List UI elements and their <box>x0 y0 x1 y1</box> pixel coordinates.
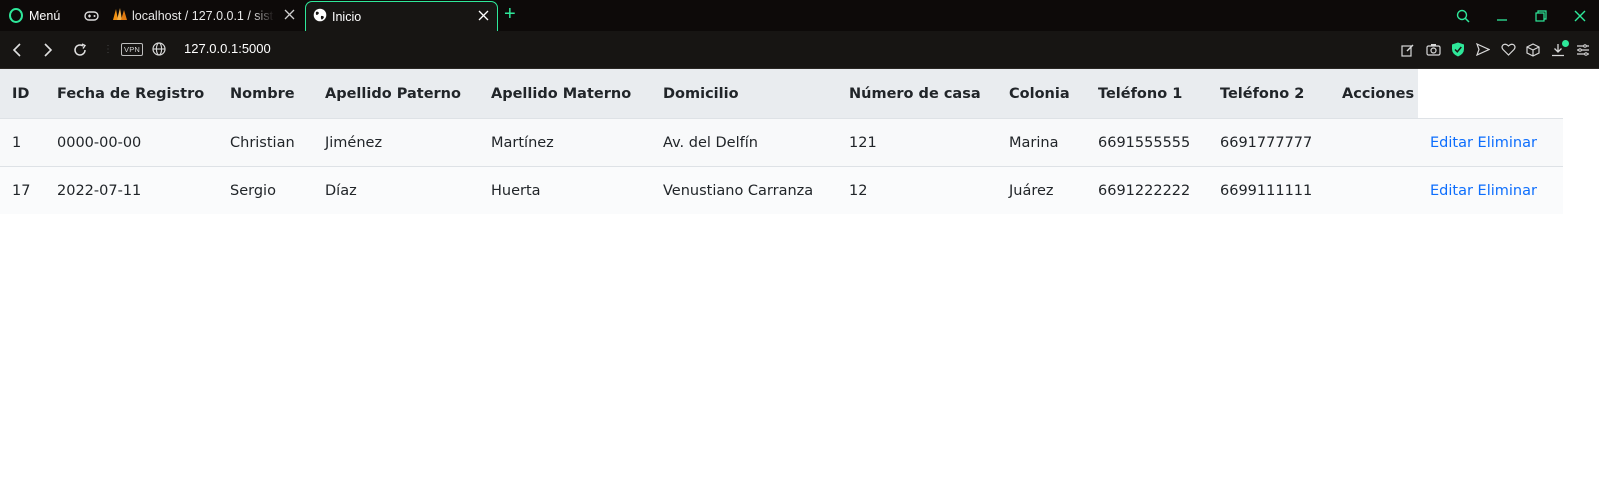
vpn-badge[interactable]: VPN <box>121 43 144 56</box>
cell-apellido-paterno: Díaz <box>313 166 479 214</box>
cell-telefono-2: 6699111111 <box>1208 166 1330 214</box>
search-tabs-icon[interactable] <box>1443 9 1482 23</box>
phpmyadmin-icon <box>112 7 128 24</box>
table-row: 17 2022-07-11 Sergio Díaz Huerta Venusti… <box>0 166 1563 214</box>
column-header-telefono-1: Teléfono 1 <box>1086 69 1208 119</box>
registros-table: ID Fecha de Registro Nombre Apellido Pat… <box>0 69 1563 214</box>
cell-telefono-1: 6691222222 <box>1086 166 1208 214</box>
heart-icon[interactable] <box>1498 40 1518 60</box>
download-icon[interactable] <box>1548 39 1569 60</box>
close-tab-icon[interactable] <box>284 9 295 23</box>
back-icon[interactable] <box>11 31 23 68</box>
cell-domicilio: Venustiano Carranza <box>651 166 837 214</box>
opera-menu-button[interactable]: Menú <box>9 0 60 31</box>
opera-logo-icon <box>9 8 23 23</box>
cell-fecha: 0000-00-00 <box>45 118 218 167</box>
menu-label: Menú <box>29 8 61 23</box>
column-header-acciones: Acciones <box>1330 69 1418 119</box>
column-header-domicilio: Domicilio <box>651 69 837 119</box>
cell-nombre: Christian <box>218 118 313 167</box>
address-bar: ⋮ VPN 127.0.0.1:5000 <box>0 31 1599 69</box>
cell-nombre: Sergio <box>218 166 313 214</box>
separator-icon: ⋮ <box>103 44 113 55</box>
cell-domicilio: Av. del Delfín <box>651 118 837 167</box>
table-row: 1 0000-00-00 Christian Jiménez Martínez … <box>0 118 1563 167</box>
column-header-numero-casa: Número de casa <box>837 69 997 119</box>
close-window-icon[interactable] <box>1560 10 1599 22</box>
tab-phpmyadmin[interactable]: localhost / 127.0.0.1 / sistema <box>112 0 303 31</box>
column-header-nombre: Nombre <box>218 69 313 119</box>
cell-actions: Editar Eliminar <box>1418 166 1563 214</box>
window-controls <box>1443 0 1599 31</box>
adblock-shield-icon[interactable] <box>1448 40 1468 60</box>
table-header-row: ID Fecha de Registro Nombre Apellido Pat… <box>0 69 1563 119</box>
delete-link[interactable]: Eliminar <box>1478 135 1537 151</box>
cell-colonia: Marina <box>997 118 1086 167</box>
cell-telefono-2: 6691777777 <box>1208 118 1330 167</box>
column-header-telefono-2: Teléfono 2 <box>1208 69 1330 119</box>
tab-title: Inicio <box>332 9 362 24</box>
forward-icon[interactable] <box>42 31 54 68</box>
cell-id: 17 <box>0 166 45 214</box>
cell-acciones-spacer <box>1330 166 1418 214</box>
tab-title: localhost / 127.0.0.1 / sistema <box>132 8 274 23</box>
browser-tab-bar: Menú localhost / 127.0.0.1 / sistema Ini… <box>0 0 1599 31</box>
easy-setup-icon[interactable] <box>1573 40 1593 60</box>
edit-link[interactable]: Editar <box>1430 183 1473 199</box>
cell-numero-casa: 12 <box>837 166 997 214</box>
edit-link[interactable]: Editar <box>1430 135 1473 151</box>
send-icon[interactable] <box>1473 40 1493 60</box>
cell-apellido-materno: Martínez <box>479 118 651 167</box>
cell-telefono-1: 6691555555 <box>1086 118 1208 167</box>
cell-id: 1 <box>0 118 45 167</box>
site-info-globe-icon[interactable] <box>152 42 166 61</box>
cell-actions: Editar Eliminar <box>1418 118 1563 167</box>
restore-icon[interactable] <box>1521 9 1560 22</box>
cell-fecha: 2022-07-11 <box>45 166 218 214</box>
close-tab-icon[interactable] <box>478 10 489 24</box>
reload-icon[interactable] <box>73 31 87 68</box>
minimize-icon[interactable] <box>1482 10 1521 22</box>
page-content: ID Fecha de Registro Nombre Apellido Pat… <box>0 69 1599 214</box>
new-tab-plus-icon[interactable]: + <box>504 4 516 24</box>
column-header-fecha: Fecha de Registro <box>45 69 218 119</box>
download-badge-dot <box>1562 39 1569 47</box>
column-header-apellido-paterno: Apellido Paterno <box>313 69 479 119</box>
edit-icon[interactable] <box>1398 40 1418 60</box>
column-header-id: ID <box>0 69 45 119</box>
extensions-cube-icon[interactable] <box>1523 40 1543 60</box>
cell-colonia: Juárez <box>997 166 1086 214</box>
cell-numero-casa: 121 <box>837 118 997 167</box>
globe-icon <box>313 8 327 25</box>
cell-apellido-materno: Huerta <box>479 166 651 214</box>
url-field[interactable]: 127.0.0.1:5000 <box>184 41 271 56</box>
column-header-empty <box>1418 69 1563 119</box>
toolbar-icons <box>1398 31 1593 68</box>
delete-link[interactable]: Eliminar <box>1478 183 1537 199</box>
column-header-apellido-materno: Apellido Materno <box>479 69 651 119</box>
cell-apellido-paterno: Jiménez <box>313 118 479 167</box>
gamepad-icon[interactable] <box>84 9 99 27</box>
column-header-colonia: Colonia <box>997 69 1086 119</box>
tab-inicio[interactable]: Inicio <box>305 1 498 31</box>
cell-acciones-spacer <box>1330 118 1418 167</box>
camera-icon[interactable] <box>1423 40 1443 60</box>
